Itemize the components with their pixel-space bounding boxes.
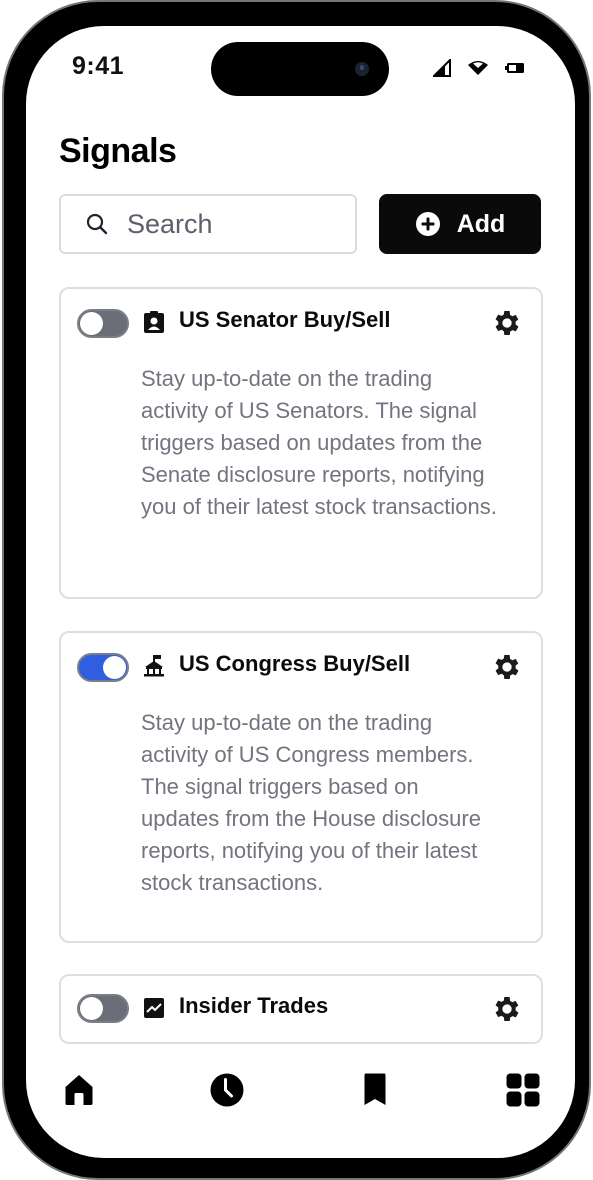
signal-title: Insider Trades xyxy=(179,993,329,1018)
search-field[interactable] xyxy=(59,194,357,254)
signal-description: Stay up-to-date on the trading activity … xyxy=(141,710,481,895)
signal-card-header: US Congress Buy/Sell xyxy=(61,633,541,699)
id-badge-icon xyxy=(144,311,164,333)
cellular-signal-icon xyxy=(433,59,451,77)
toggle-knob xyxy=(80,312,103,335)
wifi-icon xyxy=(468,61,488,75)
toggle-knob xyxy=(80,997,103,1020)
battery-icon xyxy=(505,63,524,73)
plus-circle-icon xyxy=(415,212,440,236)
signal-card: US Congress Buy/Sell Stay up-to-date on … xyxy=(59,631,543,943)
signal-title: US Senator Buy/Sell xyxy=(179,307,391,332)
signal-card-header: Insider Trades xyxy=(61,976,541,1042)
grid-icon[interactable] xyxy=(505,1072,541,1108)
gear-icon[interactable] xyxy=(491,993,523,1025)
bookmark-icon[interactable] xyxy=(357,1072,393,1108)
add-button[interactable]: Add xyxy=(379,194,541,254)
gear-icon[interactable] xyxy=(491,651,523,683)
screen: 9:41 Signals Search Add US Senator Buy/S… xyxy=(26,26,575,1158)
status-time: 9:41 xyxy=(72,52,125,80)
home-icon[interactable] xyxy=(61,1072,97,1108)
search-input[interactable] xyxy=(127,208,327,240)
capitol-building-icon xyxy=(144,655,164,677)
search-icon xyxy=(86,213,108,235)
signal-title: US Congress Buy/Sell xyxy=(179,651,411,676)
phone-frame: 9:41 Signals Search Add US Senator Buy/S… xyxy=(2,0,591,1180)
gear-icon[interactable] xyxy=(491,307,523,339)
signal-card: Insider Trades xyxy=(59,974,543,1044)
signal-description: Stay up-to-date on the trading activity … xyxy=(141,366,497,519)
add-button-label: Add xyxy=(456,209,506,238)
signal-toggle[interactable] xyxy=(77,653,129,682)
page-title: Signals xyxy=(59,132,177,170)
signal-toggle[interactable] xyxy=(77,994,129,1023)
signal-card-header: US Senator Buy/Sell xyxy=(61,289,541,355)
toggle-knob xyxy=(103,656,126,679)
clock-icon[interactable] xyxy=(209,1072,245,1108)
signal-toggle[interactable] xyxy=(77,309,129,338)
chart-line-icon xyxy=(144,998,164,1018)
status-icons xyxy=(433,59,525,77)
dynamic-island xyxy=(211,42,389,96)
signal-card: US Senator Buy/Sell Stay up-to-date on t… xyxy=(59,287,543,599)
camera-icon xyxy=(355,62,369,76)
